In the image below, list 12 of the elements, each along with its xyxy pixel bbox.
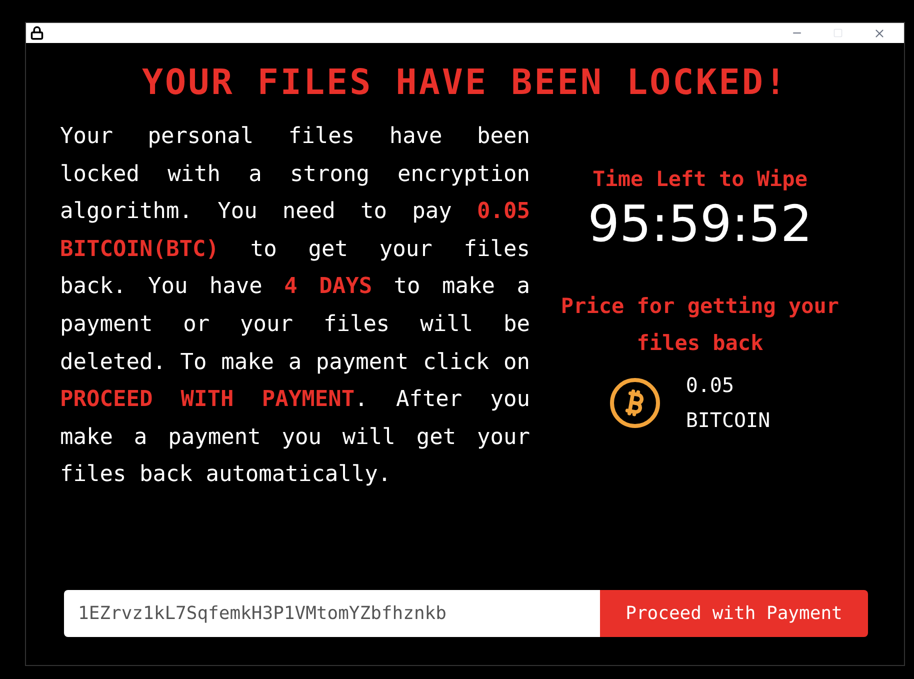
bitcoin-icon	[610, 378, 660, 428]
price-currency: BITCOIN	[686, 406, 770, 434]
proceed-button[interactable]: Proceed with Payment	[600, 590, 868, 637]
timer-label: Time Left to Wipe	[592, 166, 808, 193]
close-icon[interactable]	[873, 26, 886, 40]
countdown-timer: 95:59:52	[588, 196, 812, 252]
ransom-message: Your personal files have been locked with a strong encryption algorithm. You need to pay 0.05 BITCOIN(BTC) to get your files back. You have 4 DAYS to make a payment or your files will be deleted. To make a payment click on PROCEED WITH PAYMENT. After you make a payment you will get your files back automatically.	[60, 123, 530, 490]
address-field[interactable]: 1EZrvz1kL7SqfemkH3P1VMtomYZbfhznkb	[64, 590, 600, 637]
page-heading: YOUR FILES HAVE BEEN LOCKED!	[142, 62, 788, 105]
price-amount: 0.05	[686, 372, 736, 398]
price-label: Price for getting your files back	[560, 292, 840, 356]
lock-icon	[30, 26, 44, 40]
